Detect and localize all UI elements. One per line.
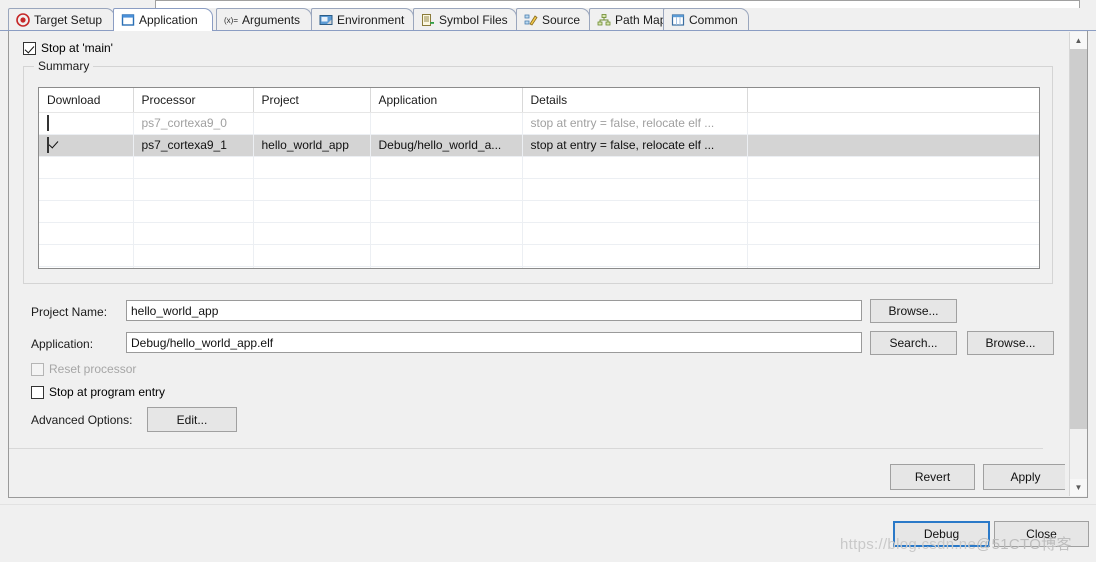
tab-path-map[interactable]: Path Map (589, 8, 674, 31)
summary-group: Summary Download Processor Project Appli… (23, 59, 1053, 284)
column-header-project[interactable]: Project (253, 88, 371, 113)
stop-at-program-entry-label: Stop at program entry (49, 385, 166, 399)
tab-application[interactable]: Application (113, 8, 213, 31)
table-header-row: Download Processor Project Application D… (39, 88, 1039, 113)
revert-button[interactable]: Revert (890, 464, 975, 490)
reset-processor-checkbox: Reset processor (31, 362, 136, 376)
stop-at-main-checkbox[interactable]: Stop at 'main' (23, 41, 113, 55)
environment-icon (319, 13, 333, 27)
download-cell[interactable] (39, 112, 134, 135)
column-header-download[interactable]: Download (39, 88, 134, 113)
window-icon (121, 13, 135, 27)
details-cell: stop at entry = false, relocate elf ... (522, 134, 748, 157)
download-cell[interactable] (39, 134, 134, 157)
table-row-empty[interactable] (39, 200, 1039, 223)
tab-bar: Target Setup Application (x)= Arguments … (0, 8, 1096, 31)
scroll-down-icon[interactable]: ▼ (1070, 479, 1087, 496)
stop-at-program-entry-checkbox[interactable]: Stop at program entry (31, 385, 165, 399)
column-header-spacer[interactable] (747, 88, 1039, 113)
project-cell (253, 112, 371, 135)
reset-processor-label: Reset processor (49, 362, 137, 376)
top-partial-field (155, 0, 1080, 8)
application-input[interactable] (126, 332, 862, 353)
project-cell: hello_world_app (253, 134, 371, 157)
processor-cell: ps7_cortexa9_0 (133, 112, 254, 135)
summary-table[interactable]: Download Processor Project Application D… (38, 87, 1040, 269)
table-row[interactable]: ps7_cortexa9_0 stop at entry = false, re… (39, 112, 1039, 135)
svg-text:(x)=: (x)= (224, 16, 238, 25)
variable-icon: (x)= (224, 13, 238, 27)
tab-common[interactable]: Common (663, 8, 749, 31)
stop-at-main-label: Stop at 'main' (41, 41, 113, 55)
table-row-empty[interactable] (39, 244, 1039, 267)
table-row[interactable]: ps7_cortexa9_1 hello_world_app Debug/hel… (39, 134, 1039, 157)
application-label: Application: (31, 337, 94, 351)
spacer-cell (747, 134, 1039, 157)
tab-label: Arguments (242, 13, 301, 27)
advanced-options-label: Advanced Options: (31, 413, 133, 427)
spacer-cell (747, 112, 1039, 135)
tab-label: Common (689, 13, 738, 27)
common-icon (671, 13, 685, 27)
tab-label: Symbol Files (439, 13, 508, 27)
tab-environment[interactable]: Environment (311, 8, 414, 31)
table-body: ps7_cortexa9_0 stop at entry = false, re… (39, 112, 1039, 268)
tab-target-setup[interactable]: Target Setup (8, 8, 115, 31)
apply-button[interactable]: Apply (983, 464, 1065, 490)
column-header-details[interactable]: Details (522, 88, 748, 113)
row-download-checkbox[interactable] (47, 115, 49, 131)
processor-cell: ps7_cortexa9_1 (133, 134, 254, 157)
scroll-up-icon[interactable]: ▲ (1070, 32, 1087, 49)
project-name-label: Project Name: (31, 305, 108, 319)
target-icon (16, 13, 30, 27)
tab-label: Source (542, 13, 581, 27)
application-cell (370, 112, 523, 135)
table-row-empty[interactable] (39, 222, 1039, 245)
column-header-processor[interactable]: Processor (133, 88, 254, 113)
advanced-options-edit-button[interactable]: Edit... (147, 407, 237, 432)
checkbox-box (23, 41, 36, 55)
source-icon (524, 13, 538, 27)
path-map-icon (597, 13, 611, 27)
table-row-empty[interactable] (39, 178, 1039, 201)
project-browse-button[interactable]: Browse... (870, 299, 957, 323)
launch-configuration-dialog: Target Setup Application (x)= Arguments … (0, 0, 1096, 562)
application-browse-button[interactable]: Browse... (967, 331, 1054, 355)
tab-source[interactable]: Source (516, 8, 590, 31)
project-name-input[interactable] (126, 300, 862, 321)
tab-symbol-files[interactable]: Symbol Files (413, 8, 517, 31)
table-row-empty[interactable] (39, 156, 1039, 179)
column-header-application[interactable]: Application (370, 88, 523, 113)
tab-label: Application (139, 13, 198, 27)
checkbox-box (31, 385, 44, 399)
details-cell: stop at entry = false, relocate elf ... (522, 112, 748, 135)
panel-content: Stop at 'main' Summary Download Processo… (9, 31, 1065, 497)
application-cell: Debug/hello_world_a... (370, 134, 523, 157)
table-row-empty[interactable] (39, 266, 1039, 268)
tab-arguments[interactable]: (x)= Arguments (216, 8, 312, 31)
tab-label: Path Map (615, 13, 667, 27)
debug-button[interactable]: Debug (893, 521, 990, 547)
application-search-button[interactable]: Search... (870, 331, 957, 355)
tab-label: Target Setup (34, 13, 103, 27)
row-download-checkbox[interactable] (47, 137, 49, 153)
scrollbar-thumb[interactable] (1070, 49, 1087, 429)
tab-label: Environment (337, 13, 405, 27)
footer-separator (0, 504, 1096, 505)
checkbox-box (31, 362, 44, 376)
symbol-files-icon (421, 13, 435, 27)
summary-group-title: Summary (34, 59, 94, 73)
application-tab-panel: Stop at 'main' Summary Download Processo… (8, 31, 1088, 498)
panel-separator (9, 448, 1043, 449)
vertical-scrollbar[interactable]: ▲ ▼ (1069, 32, 1087, 496)
close-button[interactable]: Close (994, 521, 1089, 547)
